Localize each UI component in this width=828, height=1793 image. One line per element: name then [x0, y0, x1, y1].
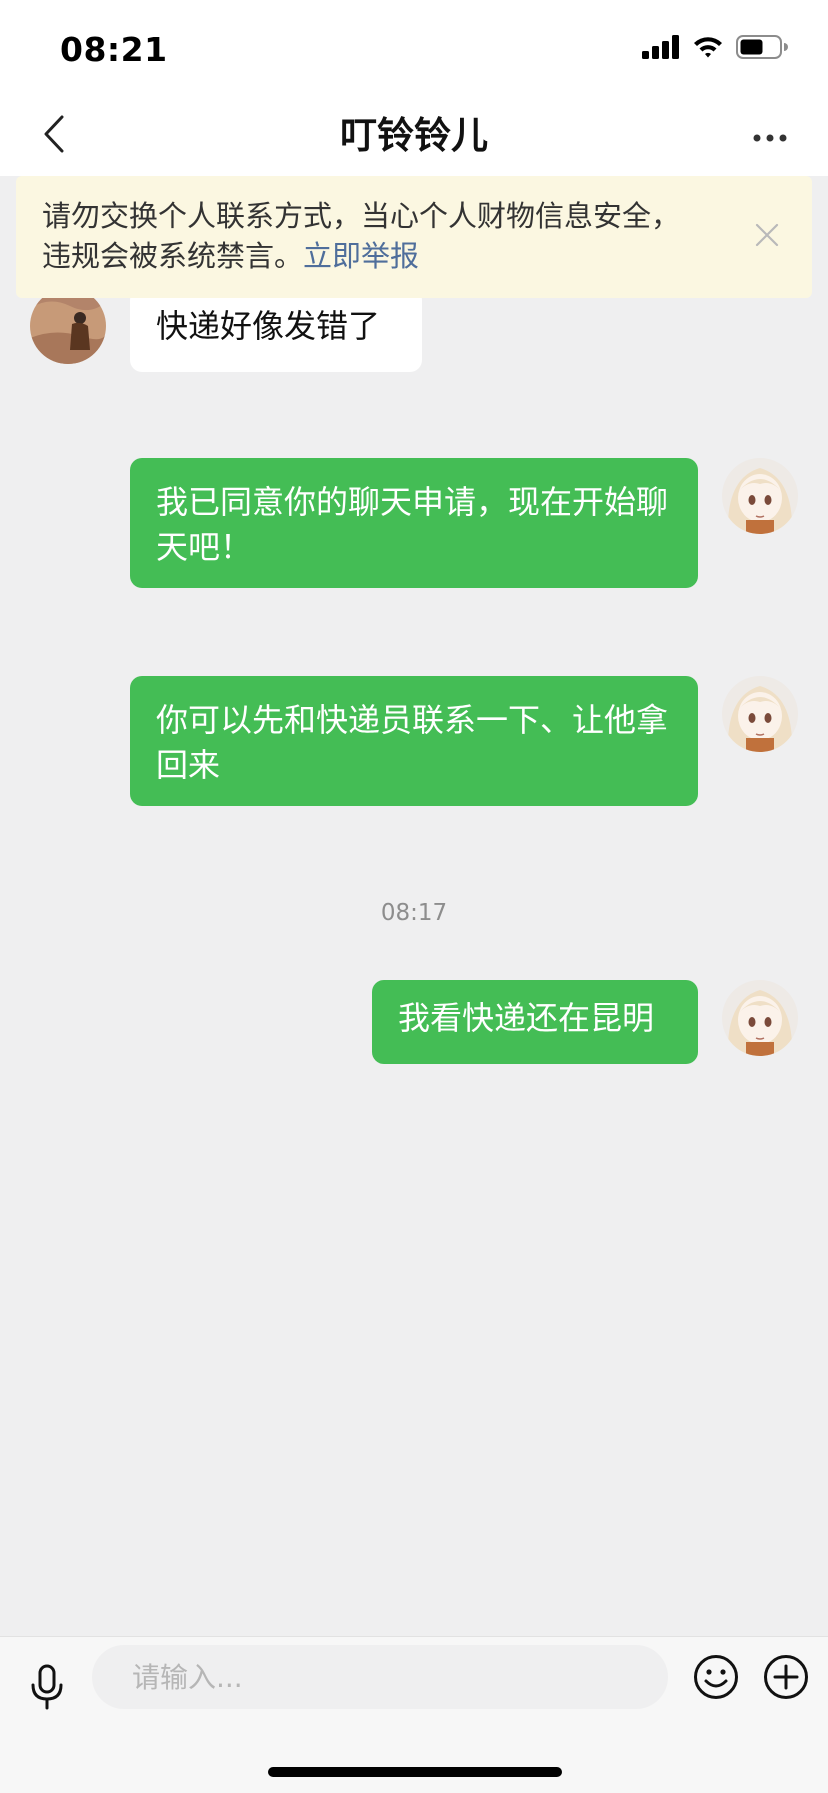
close-icon: [755, 217, 779, 257]
voice-button[interactable]: [22, 1659, 72, 1719]
message-bubble-outgoing[interactable]: 我已同意你的聊天申请，现在开始聊天吧！: [130, 458, 698, 588]
more-actions-button[interactable]: [762, 1655, 810, 1703]
status-icons: [642, 34, 788, 64]
wifi-icon: [692, 35, 724, 63]
contact-avatar[interactable]: [30, 288, 106, 364]
user-avatar[interactable]: [722, 458, 798, 534]
nav-bar: 叮铃铃儿: [0, 96, 828, 176]
input-bar: [0, 1636, 828, 1793]
back-arrow-icon: [42, 114, 66, 158]
home-indicator[interactable]: [268, 1767, 562, 1777]
user-avatar[interactable]: [722, 676, 798, 752]
message-bubble-outgoing[interactable]: 你可以先和快递员联系一下、让他拿回来: [130, 676, 698, 806]
back-button[interactable]: [26, 108, 82, 164]
status-time: 08:21: [60, 30, 168, 69]
report-link[interactable]: 立即举报: [303, 239, 419, 273]
safety-notice: 请勿交换个人联系方式，当心个人财物信息安全，违规会被系统禁言。立即举报: [16, 176, 812, 298]
chat-title: 叮铃铃儿: [340, 114, 488, 157]
plus-icon: [763, 1654, 809, 1704]
status-bar: 08:21: [0, 0, 828, 96]
emoji-icon: [693, 1654, 739, 1704]
message-list[interactable]: 快递好像发错了 我已同意你的聊天申请，现在开始聊天吧！ 你可以先和快递员联系一下…: [0, 176, 828, 1636]
more-button[interactable]: [738, 108, 802, 164]
more-icon: [753, 127, 787, 146]
message-bubble-outgoing[interactable]: 我看快递还在昆明: [372, 980, 698, 1064]
user-avatar[interactable]: [722, 980, 798, 1056]
signal-icon: [642, 35, 680, 63]
message-bubble-incoming[interactable]: 快递好像发错了: [130, 288, 422, 372]
message-input[interactable]: [92, 1645, 668, 1709]
notice-close-button[interactable]: [748, 218, 786, 256]
microphone-icon: [29, 1664, 65, 1714]
battery-icon: [736, 34, 788, 64]
emoji-button[interactable]: [692, 1655, 740, 1703]
time-divider: 08:17: [380, 900, 448, 926]
